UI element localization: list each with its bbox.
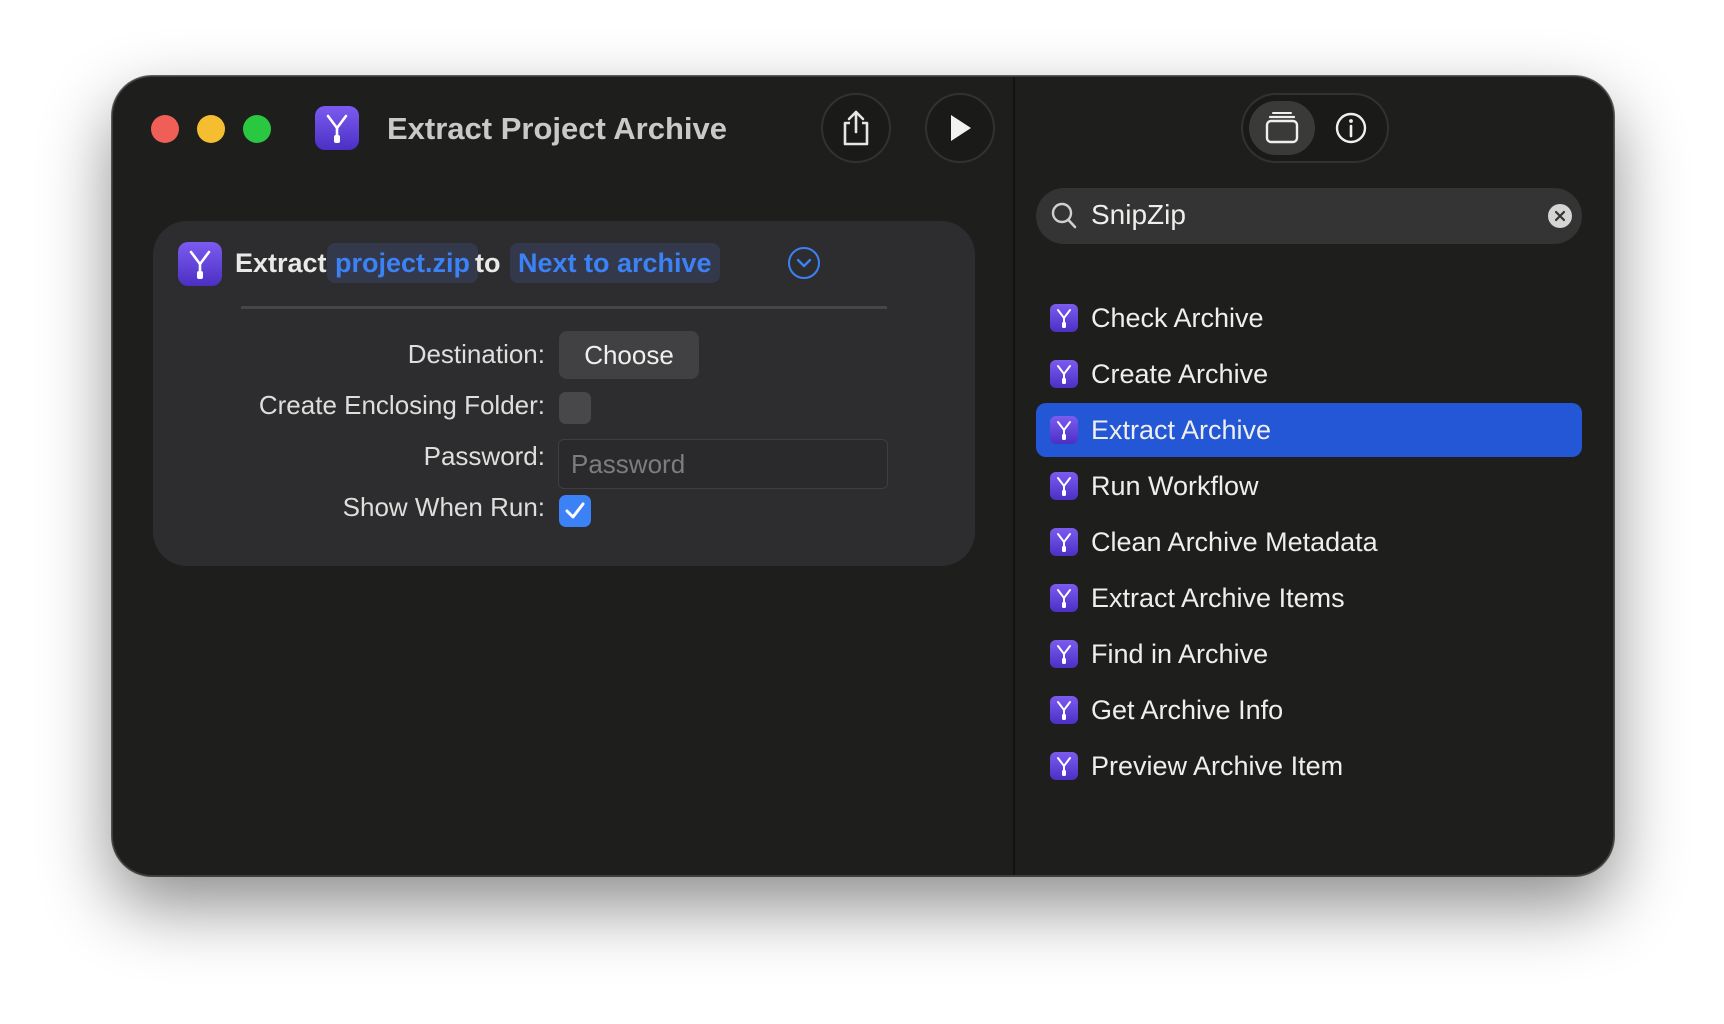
zipper-icon	[1050, 416, 1078, 444]
source-token[interactable]: project.zip	[327, 243, 479, 283]
enclosing-folder-label: Create Enclosing Folder:	[258, 390, 545, 420]
checkmark-icon	[565, 502, 585, 519]
info-icon	[1335, 112, 1367, 144]
library-tab[interactable]	[1249, 101, 1315, 155]
play-icon	[951, 115, 971, 141]
list-item-label: Check Archive	[1091, 303, 1264, 333]
minimize-button[interactable]	[197, 115, 225, 143]
window-title: Extract Project Archive	[387, 111, 728, 146]
list-item[interactable]: Clean Archive Metadata	[1036, 515, 1582, 569]
zoom-button[interactable]	[243, 115, 271, 143]
list-item-label: Run Workflow	[1091, 471, 1259, 501]
share-button[interactable]	[821, 93, 891, 163]
zipper-icon	[1050, 752, 1078, 780]
password-label: Password:	[423, 441, 545, 471]
destination-token[interactable]: Next to archive	[510, 243, 720, 283]
card-separator	[241, 306, 887, 309]
list-item[interactable]: Preview Archive Item	[1036, 739, 1582, 793]
zipper-icon	[1050, 696, 1078, 724]
list-item[interactable]: Find in Archive	[1036, 627, 1582, 681]
zipper-icon	[1050, 640, 1078, 668]
close-button[interactable]	[151, 115, 179, 143]
show-when-run-label: Show When Run:	[342, 492, 545, 522]
list-item[interactable]: Check Archive	[1036, 291, 1582, 345]
list-item[interactable]: Run Workflow	[1036, 459, 1582, 513]
choose-destination-button[interactable]: Choose	[559, 331, 699, 379]
actions-search[interactable]: SnipZip	[1036, 188, 1582, 244]
zipper-icon	[315, 106, 359, 150]
list-item[interactable]: Extract Archive Items	[1036, 571, 1582, 625]
details-tab[interactable]	[1323, 101, 1379, 155]
list-item-label: Get Archive Info	[1091, 695, 1284, 725]
zipper-icon	[1050, 528, 1078, 556]
clear-search-button[interactable]	[1548, 204, 1572, 228]
action-connector: to	[475, 248, 501, 278]
zipper-icon	[1050, 360, 1078, 388]
zipper-icon	[1050, 472, 1078, 500]
run-button[interactable]	[925, 93, 995, 163]
search-icon	[1051, 202, 1077, 229]
list-item[interactable]: Get Archive Info	[1036, 683, 1582, 737]
close-icon	[1554, 210, 1566, 222]
zipper-icon	[178, 242, 222, 286]
actions-list: Check Archive Create Archive Extract Arc…	[1036, 291, 1582, 795]
extract-action-card[interactable]: Extract project.zip to Next to archive D…	[153, 221, 975, 566]
list-item-label: Clean Archive Metadata	[1091, 527, 1378, 557]
list-item-label: Extract Archive	[1091, 415, 1272, 445]
list-item-label: Preview Archive Item	[1091, 751, 1344, 781]
list-item-label: Create Archive	[1091, 359, 1269, 389]
pane-divider	[1013, 77, 1015, 875]
sidebar-mode-control	[1241, 93, 1389, 163]
share-icon	[843, 110, 869, 146]
list-item-selected[interactable]: Extract Archive	[1036, 403, 1582, 457]
search-input[interactable]: SnipZip	[1091, 199, 1186, 231]
show-when-run-checkbox[interactable]	[559, 495, 591, 527]
zipper-icon	[1050, 304, 1078, 332]
expand-button[interactable]	[788, 247, 820, 279]
list-item[interactable]: Create Archive	[1036, 347, 1582, 401]
destination-label: Destination:	[407, 339, 545, 369]
list-item-label: Extract Archive Items	[1091, 583, 1345, 613]
password-field[interactable]: Password	[558, 439, 888, 489]
library-icon	[1265, 112, 1299, 144]
zipper-icon	[1050, 584, 1078, 612]
list-item-label: Find in Archive	[1091, 639, 1269, 669]
action-verb: Extract	[235, 248, 327, 278]
enclosing-folder-checkbox[interactable]	[559, 392, 591, 424]
chevron-down-icon	[796, 258, 812, 268]
